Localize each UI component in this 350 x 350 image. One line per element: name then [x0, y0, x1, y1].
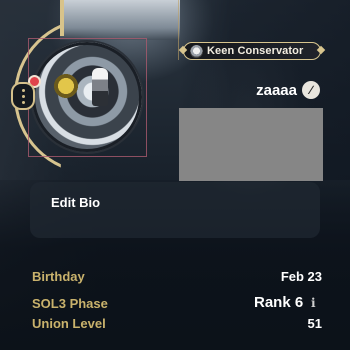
player-avatar[interactable] — [32, 42, 142, 152]
union-level-value: 51 — [307, 316, 322, 331]
more-options-button[interactable] — [11, 82, 35, 110]
phase-value: Rank 6 — [254, 294, 304, 311]
edit-bio-button[interactable]: Edit Bio — [51, 195, 100, 210]
more-options-icon-dot — [21, 94, 25, 98]
player-name: zaaaa — [256, 82, 297, 99]
avatar-yellow-detail — [52, 72, 80, 100]
more-options-icon — [21, 88, 25, 92]
redacted-info-box — [179, 108, 323, 181]
edit-name-button[interactable]: ∕ — [302, 81, 320, 99]
union-level-label: Union Level — [32, 316, 106, 331]
more-options-icon-dot — [21, 100, 25, 104]
edit-pencil-icon: ∕ — [309, 83, 312, 97]
birthday-label: Birthday — [32, 269, 85, 284]
title-badge[interactable]: Keen Conservator — [178, 42, 326, 60]
avatar-figure — [92, 68, 108, 106]
birthday-value: Feb 23 — [280, 269, 322, 284]
background-panel — [60, 0, 180, 40]
title-badge-text: Keen Conservator — [207, 45, 304, 57]
phase-label: SOL3 Phase — [32, 296, 108, 311]
title-badge-icon — [190, 44, 203, 58]
info-icon[interactable]: i — [311, 296, 316, 310]
bio-panel[interactable] — [30, 182, 320, 238]
